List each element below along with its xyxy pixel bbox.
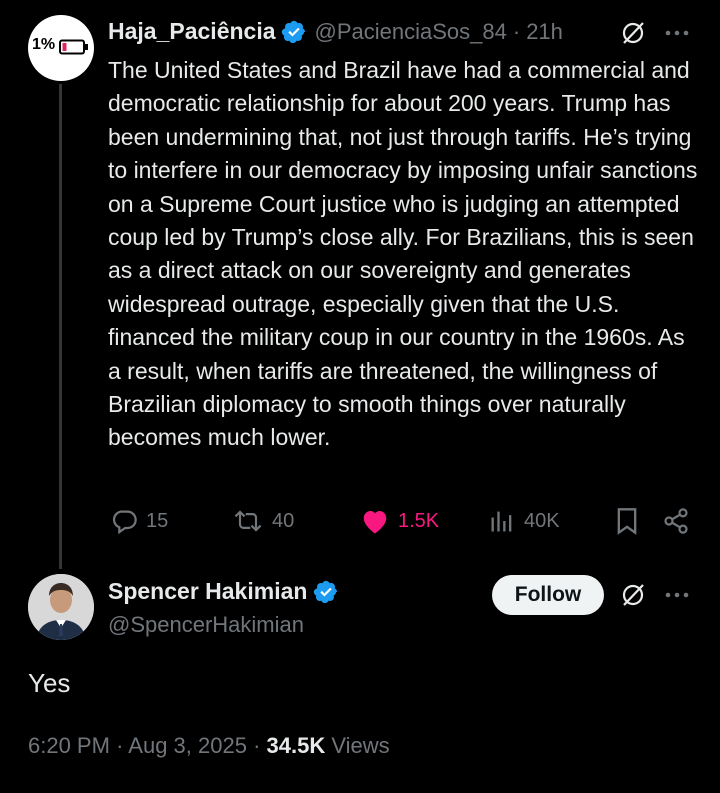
timestamp[interactable]: 21h xyxy=(526,19,563,45)
separator: · xyxy=(512,18,521,44)
tweet-text: Yes xyxy=(28,668,71,698)
grok-icon[interactable] xyxy=(620,582,646,608)
tweet-text: The United States and Brazil have had a … xyxy=(108,57,698,451)
tweet-date[interactable]: Aug 3, 2025 xyxy=(128,733,247,758)
separator: · xyxy=(116,733,124,758)
like-icon xyxy=(363,511,387,534)
more-icon[interactable] xyxy=(665,592,689,598)
more-icon[interactable] xyxy=(665,30,689,36)
verified-badge-icon xyxy=(314,580,338,603)
views-count: 34.5K xyxy=(266,733,326,758)
bookmark-icon[interactable] xyxy=(614,507,640,535)
repost-count: 40 xyxy=(272,509,295,532)
battery-icon xyxy=(59,39,88,55)
parent-header: Haja_Paciência @PacienciaSos_84 · 21h xyxy=(108,18,563,45)
repost-button[interactable]: 40 xyxy=(232,507,294,535)
like-button[interactable]: 1.5K xyxy=(360,507,439,535)
reply-icon xyxy=(112,510,137,535)
repost-icon xyxy=(234,510,262,532)
main-header: Spencer Hakimian xyxy=(108,578,339,605)
views-button[interactable]: 40K xyxy=(488,507,560,535)
views-icon xyxy=(491,511,512,532)
avatar[interactable]: 1% xyxy=(28,15,94,81)
like-count: 1.5K xyxy=(398,509,440,532)
follow-button[interactable]: Follow xyxy=(492,575,604,615)
avatar[interactable] xyxy=(28,574,94,640)
reply-count: 15 xyxy=(146,509,169,532)
share-icon[interactable] xyxy=(662,507,690,535)
reply-button[interactable]: 15 xyxy=(110,507,168,535)
views-count: 40K xyxy=(524,509,560,532)
handle[interactable]: @PacienciaSos_84 xyxy=(315,19,507,45)
handle[interactable]: @SpencerHakimian xyxy=(108,612,304,638)
verified-badge-icon xyxy=(281,20,305,43)
tweet-time[interactable]: 6:20 PM xyxy=(28,733,110,758)
grok-icon[interactable] xyxy=(620,20,646,46)
avatar-battery-text: 1% xyxy=(32,36,56,53)
views-label: Views xyxy=(331,733,390,758)
display-name[interactable]: Spencer Hakimian xyxy=(108,578,307,605)
tweet-meta: 6:20 PM · Aug 3, 2025 · 34.5K Views xyxy=(28,733,390,759)
separator: · xyxy=(253,733,261,758)
display-name[interactable]: Haja_Paciência xyxy=(108,18,276,45)
thread-line xyxy=(59,84,62,569)
avatar-photo xyxy=(28,574,94,640)
